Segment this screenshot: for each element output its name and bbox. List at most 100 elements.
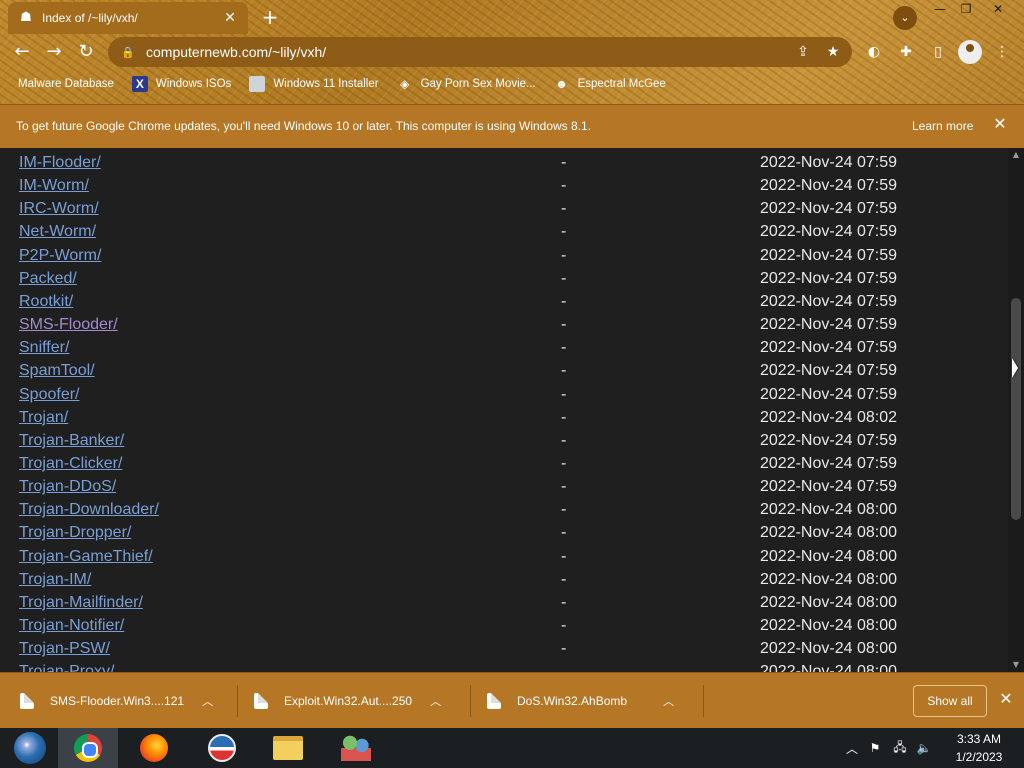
directory-link[interactable]: Packed/ bbox=[19, 270, 77, 288]
show-all-button[interactable]: Show all bbox=[913, 685, 987, 717]
directory-link[interactable]: IM-Worm/ bbox=[19, 177, 89, 195]
restore-button[interactable]: ❐ bbox=[952, 0, 980, 18]
directory-link[interactable]: Trojan-Banker/ bbox=[19, 432, 124, 450]
taskbar-app-people[interactable] bbox=[326, 728, 386, 768]
size-cell: - bbox=[561, 617, 567, 634]
last-modified-cell: 2022-Nov-24 08:02 bbox=[760, 408, 897, 426]
last-modified-cell: 2022-Nov-24 07:59 bbox=[760, 269, 897, 287]
directory-link[interactable]: Trojan-DDoS/ bbox=[19, 478, 116, 496]
taskbar-file-explorer[interactable] bbox=[258, 728, 318, 768]
infobar-close-icon[interactable]: ✕ bbox=[990, 115, 1010, 135]
directory-link[interactable]: Sniffer/ bbox=[19, 339, 69, 357]
menu-kebab-icon[interactable]: ⋮ bbox=[990, 40, 1014, 64]
table-row: Trojan-Proxy/2022-Nov-24 08:00 bbox=[0, 659, 1000, 672]
last-modified-cell: 2022-Nov-24 08:00 bbox=[760, 640, 897, 658]
table-row: Trojan-Clicker/ - 2022-Nov-24 07:59 bbox=[0, 451, 1000, 474]
last-modified-cell: 2022-Nov-24 07:59 bbox=[760, 223, 897, 241]
directory-link[interactable]: IM-Flooder/ bbox=[19, 154, 101, 172]
network-icon[interactable]: 🖧 bbox=[890, 728, 910, 768]
bookmark-gay-porn-sex-movie[interactable]: ◈ Gay Porn Sex Movie... bbox=[397, 76, 536, 92]
directory-link[interactable]: SMS-Flooder/ bbox=[19, 316, 118, 334]
bookmark-espectral-mcgee[interactable]: ☻ Espectral McGee bbox=[554, 76, 666, 92]
chevron-up-icon[interactable]: ︿ bbox=[430, 693, 441, 709]
table-row: Packed/ - 2022-Nov-24 07:59 bbox=[0, 266, 1000, 289]
bookmark-label: Malware Database bbox=[18, 78, 114, 90]
forward-icon[interactable]: → bbox=[42, 40, 66, 64]
last-modified-cell: 2022-Nov-24 08:00 bbox=[760, 617, 897, 634]
last-modified-cell: 2022-Nov-24 07:59 bbox=[760, 200, 897, 218]
url-text[interactable]: computernewb.com/~lily/vxh/ bbox=[146, 44, 792, 60]
directory-link[interactable]: Trojan-PSW/ bbox=[19, 640, 110, 658]
tab-search-icon[interactable]: ⌄ bbox=[893, 6, 917, 30]
directory-link[interactable]: Trojan-Notifier/ bbox=[19, 617, 124, 635]
close-window-button[interactable]: ✕ bbox=[984, 0, 1012, 18]
directory-link[interactable]: IRC-Worm/ bbox=[19, 200, 99, 218]
directory-link[interactable]: P2P-Worm/ bbox=[19, 247, 101, 265]
new-tab-button[interactable]: + bbox=[258, 6, 282, 30]
scroll-down-icon[interactable]: ▼ bbox=[1008, 658, 1024, 672]
download-item[interactable]: DoS.Win32.AhBomb ︿ bbox=[487, 681, 674, 721]
size-cell: - bbox=[561, 454, 567, 472]
bookmark-label: Windows 11 Installer bbox=[273, 78, 379, 90]
directory-link[interactable]: Trojan-GameThief/ bbox=[19, 548, 153, 566]
size-cell: - bbox=[561, 292, 567, 310]
scroll-up-icon[interactable]: ▲ bbox=[1008, 148, 1024, 162]
bookmark-windows-11-installer[interactable]: Windows 11 Installer bbox=[249, 76, 379, 92]
system-clock[interactable]: 3:33 AM 1/2/2023 bbox=[940, 730, 1018, 766]
share-icon[interactable]: ⇪ bbox=[792, 41, 814, 63]
vertical-scrollbar[interactable]: ▲ ▼ bbox=[1008, 148, 1024, 672]
extensions-puzzle-icon[interactable]: ✚ bbox=[894, 40, 918, 64]
minimize-button[interactable]: — bbox=[926, 0, 954, 18]
download-item[interactable]: SMS-Flooder.Win3....121 ︿ bbox=[20, 681, 213, 721]
action-center-flag-icon[interactable]: ⚑ bbox=[866, 728, 884, 768]
avatar-icon: ☻ bbox=[555, 77, 568, 91]
directory-link[interactable]: Trojan-Mailfinder/ bbox=[19, 594, 143, 612]
directory-link[interactable]: Rootkit/ bbox=[19, 293, 73, 311]
side-panel-icon[interactable]: ▯ bbox=[926, 40, 950, 64]
table-row: SpamTool/ - 2022-Nov-24 07:59 bbox=[0, 358, 1000, 381]
start-button[interactable] bbox=[0, 728, 60, 768]
divider bbox=[703, 685, 704, 717]
bookmark-label: Espectral McGee bbox=[577, 78, 666, 90]
size-cell: - bbox=[561, 154, 567, 171]
directory-link[interactable]: Trojan-IM/ bbox=[19, 571, 91, 589]
tab-close-icon[interactable]: ✕ bbox=[222, 10, 238, 26]
chevron-up-icon[interactable]: ︿ bbox=[663, 693, 674, 709]
scrollbar-thumb[interactable] bbox=[1011, 298, 1021, 520]
divider bbox=[470, 685, 471, 717]
tray-overflow-icon[interactable]: ︿ bbox=[844, 728, 860, 768]
back-icon[interactable]: ← bbox=[10, 40, 34, 64]
taskbar-app-obama[interactable] bbox=[192, 728, 252, 768]
bookmark-windows-isos[interactable]: X Windows ISOs bbox=[131, 76, 231, 92]
directory-link[interactable]: Trojan-Proxy/ bbox=[19, 663, 114, 672]
table-row: IRC-Worm/ - 2022-Nov-24 07:59 bbox=[0, 196, 1000, 219]
bookmark-star-icon[interactable]: ★ bbox=[822, 41, 844, 63]
clock-time: 3:33 AM bbox=[956, 732, 1002, 746]
tab-active[interactable]: ☗ Index of /~lily/vxh/ ✕ bbox=[8, 2, 248, 34]
directory-link[interactable]: Trojan-Clicker/ bbox=[19, 455, 122, 473]
volume-icon[interactable]: 🔈 bbox=[914, 728, 934, 768]
taskbar-chrome[interactable] bbox=[58, 728, 118, 768]
size-cell: - bbox=[561, 246, 567, 264]
directory-link[interactable]: Trojan-Dropper/ bbox=[19, 524, 131, 542]
directory-link[interactable]: Trojan/ bbox=[19, 409, 68, 427]
infobar-message: To get future Google Chrome updates, you… bbox=[16, 119, 592, 133]
extension-flag-icon[interactable]: ◐ bbox=[862, 40, 886, 64]
learn-more-link[interactable]: Learn more bbox=[912, 119, 973, 133]
bookmark-malware-database[interactable]: Malware Database bbox=[18, 78, 114, 90]
profile-avatar-icon[interactable] bbox=[958, 40, 982, 64]
download-item[interactable]: Exploit.Win32.Aut....250 ︿ bbox=[254, 681, 441, 721]
directory-link[interactable]: Spoofer/ bbox=[19, 386, 79, 404]
chevron-up-icon[interactable]: ︿ bbox=[202, 693, 213, 709]
table-row: Trojan-GameThief/ - 2022-Nov-24 08:00 bbox=[0, 544, 1000, 567]
last-modified-cell: 2022-Nov-24 07:59 bbox=[760, 177, 897, 195]
directory-link[interactable]: Trojan-Downloader/ bbox=[19, 501, 159, 519]
directory-link[interactable]: SpamTool/ bbox=[19, 362, 95, 380]
taskbar-firefox[interactable] bbox=[124, 728, 184, 768]
downloads-close-icon[interactable]: ✕ bbox=[996, 689, 1016, 709]
directory-link[interactable]: Net-Worm/ bbox=[19, 223, 96, 241]
lock-icon[interactable]: 🔒 bbox=[120, 46, 136, 59]
table-row: Trojan-Banker/ - 2022-Nov-24 07:59 bbox=[0, 428, 1000, 451]
reload-icon[interactable]: ↻ bbox=[74, 40, 98, 64]
address-bar[interactable]: 🔒 computernewb.com/~lily/vxh/ ⇪ ★ bbox=[108, 37, 852, 67]
